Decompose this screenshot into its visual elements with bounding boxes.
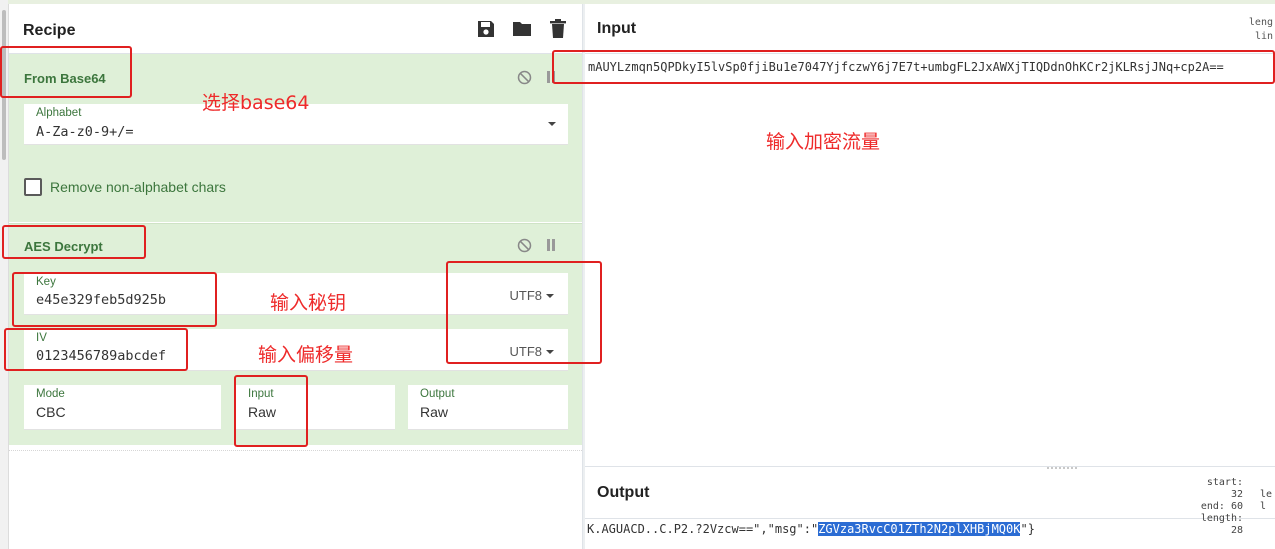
annotation-select-base64: 选择base64 — [202, 92, 310, 114]
remove-nonalphabet-label: Remove non-alphabet chars — [50, 179, 226, 195]
output-text-before: K.AGUACD..C.P2.?2Vzcw==","msg":" — [587, 522, 819, 536]
output-text-after: "} — [1020, 522, 1035, 536]
input-title: Input — [597, 19, 637, 37]
trash-icon[interactable] — [548, 19, 568, 39]
output-title: Output — [597, 483, 650, 501]
input-stats: leng lin — [1249, 16, 1273, 44]
annotation-box-encoding — [446, 261, 602, 364]
annotation-box-iv — [4, 328, 188, 371]
output-stat-start: start: 32 — [1206, 477, 1243, 500]
output-side-stat-2: l — [1260, 501, 1267, 512]
recipe-bottom-divider — [9, 450, 582, 451]
disable-icon[interactable] — [516, 69, 532, 85]
remove-nonalphabet-checkbox[interactable]: Remove non-alphabet chars — [24, 178, 226, 196]
annotation-input-iv: 输入偏移量 — [258, 344, 354, 366]
input-header: Input — [585, 4, 1275, 54]
annotation-box-input-format — [234, 375, 308, 447]
annotation-box-aes-decrypt — [2, 225, 146, 259]
resize-handle[interactable] — [1047, 467, 1077, 469]
annotation-box-from-base64 — [0, 46, 132, 98]
recipe-title: Recipe — [23, 21, 76, 39]
alphabet-label: Alphabet — [36, 107, 82, 119]
disable-icon[interactable] — [516, 237, 532, 253]
annotation-box-input-text — [552, 50, 1275, 84]
output-side-stats: le l — [1260, 489, 1272, 513]
pause-icon[interactable] — [543, 237, 559, 253]
mode-select[interactable]: Mode CBC — [24, 385, 221, 430]
annotation-box-key — [12, 272, 217, 327]
input-stat-lines: lin — [1254, 31, 1273, 42]
output-stat-length: length: 28 — [1200, 513, 1243, 536]
output-selected-text[interactable]: ZGVza3RvcC01ZTh2N2plXHBjMQ0K — [818, 522, 1021, 536]
input-stat-length: leng — [1248, 17, 1273, 28]
output-textarea[interactable]: K.AGUACD..C.P2.?2Vzcw==","msg":"ZGVza3Rv… — [587, 522, 1035, 536]
checkbox-box[interactable] — [24, 178, 42, 196]
output-side-stat-1: le — [1260, 489, 1273, 500]
save-icon[interactable] — [476, 19, 496, 39]
output-selection-stats: start: 32 end: 60 length: 28 — [1189, 477, 1243, 537]
output-format-value: Raw — [420, 404, 449, 420]
output-header: Output — [585, 467, 1275, 519]
output-format-select[interactable]: Output Raw — [408, 385, 568, 430]
mode-value: CBC — [36, 404, 66, 420]
folder-icon[interactable] — [512, 19, 532, 39]
output-pane: Output start: 32 end: 60 length: 28 le l… — [585, 466, 1275, 549]
alphabet-value: A-Za-z0-9+/= — [36, 124, 134, 140]
output-format-label: Output — [420, 388, 455, 400]
annotation-input-key: 输入秘钥 — [270, 292, 347, 314]
output-stat-end: end: 60 — [1200, 501, 1243, 512]
chevron-down-icon[interactable] — [548, 122, 556, 126]
annotation-input-traffic: 输入加密流量 — [766, 131, 881, 153]
mode-label: Mode — [36, 388, 65, 400]
